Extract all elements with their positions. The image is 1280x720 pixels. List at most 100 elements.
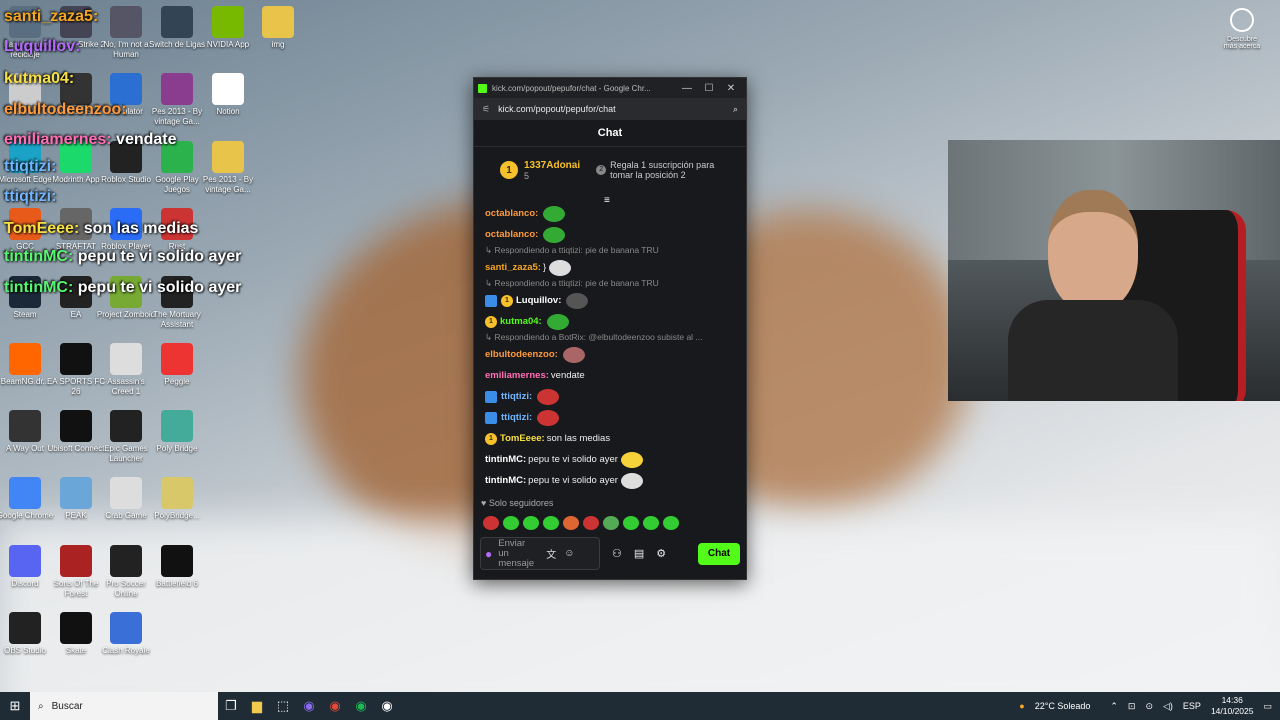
desktop-icon[interactable]: Battlefield 6 [147, 545, 207, 589]
maximize-icon[interactable]: ☐ [698, 83, 720, 94]
site-info-icon[interactable]: ⚟ [482, 104, 490, 115]
quick-emote-icon[interactable] [623, 516, 639, 530]
desktop-icon[interactable]: Pes 2013 - By vintage Ga... [198, 141, 258, 195]
overlay-chat-user: ttiqtizi: [4, 188, 57, 205]
network-icon[interactable]: ⊡ [1128, 701, 1136, 712]
overlay-chat-line: emiliamernes: vendate [4, 131, 177, 149]
emote-icon [562, 346, 585, 363]
winrar-icon [161, 73, 193, 105]
url-text[interactable]: kick.com/popout/pepufor/chat [498, 104, 733, 114]
overlay-chat-user: TomEeee: [4, 220, 80, 237]
chat-input-placeholder[interactable]: Enviar un mensaje [498, 538, 538, 569]
chat-message[interactable]: ttiqtizi: [474, 407, 746, 428]
language-indicator[interactable]: ESP [1183, 701, 1201, 711]
emoji-icon[interactable]: ☺ [564, 548, 574, 559]
store-icon[interactable]: ▤ [634, 547, 644, 560]
followers-label: Solo seguidores [488, 498, 554, 508]
emote-icon [620, 451, 643, 468]
chat-message[interactable]: tintinMC: pepu te vi solido ayer [474, 470, 746, 491]
chat-message[interactable]: santi_zaza5: } [474, 257, 746, 278]
chat-message[interactable]: ttiqtizi: [474, 386, 746, 407]
volume-icon[interactable]: ◁) [1163, 701, 1173, 712]
chat-username[interactable]: santi_zaza5: [485, 262, 541, 273]
reply-context[interactable]: ↳ Respondiendo a ttiqtizi: pie de banana… [474, 278, 746, 290]
chat-username[interactable]: octablanco: [485, 208, 538, 219]
quick-emote-icon[interactable] [643, 516, 659, 530]
zoom-icon[interactable]: ⌕ [733, 104, 738, 115]
quick-emote-icon[interactable] [523, 516, 539, 530]
weather-text[interactable]: 22°C Soleado [1035, 701, 1091, 711]
quick-emote-icon[interactable] [563, 516, 579, 530]
chat-message[interactable]: octablanco: [474, 224, 746, 245]
desktop-icon[interactable]: Peggle [147, 343, 207, 387]
quick-emote-icon[interactable] [543, 516, 559, 530]
app-icon[interactable]: ◉ [296, 692, 322, 720]
chat-username[interactable]: octablanco: [485, 229, 538, 240]
chat-message[interactable]: elbultodeenzoo: [474, 344, 746, 365]
mic-icon[interactable]: ● [485, 547, 492, 561]
overlay-chat-user: Luquillov: [4, 38, 81, 55]
windows-start-icon[interactable]: ⊞ [0, 692, 30, 720]
mic-tray-icon[interactable]: ⊙ [1145, 701, 1153, 712]
desktop-icon[interactable]: Notion [198, 73, 258, 117]
taskbar-search[interactable]: ⌕ Buscar [30, 692, 218, 720]
send-chat-button[interactable]: Chat [698, 542, 740, 565]
weather-icon[interactable]: ● [1019, 701, 1024, 711]
chat-username[interactable]: ttiqtizi: [501, 412, 532, 423]
desktop-icon[interactable]: img [248, 6, 308, 50]
chat-username[interactable]: tintinMC: [485, 475, 526, 486]
translate-icon[interactable]: 文 [546, 546, 556, 561]
overlay-chat-line: elbultodeenzoo: [4, 101, 127, 119]
search-icon: ⌕ [38, 700, 44, 712]
quick-emote-icon[interactable] [583, 516, 599, 530]
desktop-icon[interactable]: Poly Bridge [147, 410, 207, 454]
chat-message[interactable]: emiliamernes: vendate [474, 365, 746, 386]
quick-emote-icon[interactable] [503, 516, 519, 530]
top-gifter-banner[interactable]: 1 1337Adonai 5 2 Regala 1 suscripción pa… [474, 147, 746, 193]
clock[interactable]: 14:36 14/10/2025 [1211, 695, 1254, 717]
chevron-up-icon[interactable]: ⌃ [1110, 701, 1118, 712]
gifter-badge-icon: 1 [485, 432, 497, 445]
chat-message[interactable]: 1 kutma04: [474, 311, 746, 332]
window-titlebar[interactable]: kick.com/popout/pepufor/chat - Google Ch… [474, 78, 746, 98]
chat-username[interactable]: elbultodeenzoo: [485, 349, 558, 360]
file-explorer-icon[interactable]: ▆ [244, 692, 270, 720]
close-icon[interactable]: ✕ [720, 83, 742, 94]
chat-input[interactable]: ● Enviar un mensaje 文 ☺ [480, 537, 600, 570]
obs-taskbar-icon[interactable]: ◉ [374, 692, 400, 720]
settings-icon[interactable]: ⚙ [656, 547, 666, 560]
reply-context[interactable]: ↳ Respondiendo a BotRix: @elbultodeenzoo… [474, 332, 746, 344]
store-app-icon[interactable]: ⬚ [270, 692, 296, 720]
notification-icon[interactable]: ▭ [1263, 701, 1272, 712]
overlay-chat-user: kutma04: [4, 70, 75, 87]
overlay-chat-text: pepu te vi solido ayer [73, 248, 242, 265]
quick-emote-icon[interactable] [663, 516, 679, 530]
chat-username[interactable]: Luquillov: [516, 295, 561, 306]
quick-emote-icon[interactable] [483, 516, 499, 530]
chat-message[interactable]: 1 Luquillov: [474, 290, 746, 311]
chat-username[interactable]: TomEeee: [500, 433, 545, 444]
minimize-icon[interactable]: — [676, 83, 698, 94]
quick-emote-icon[interactable] [603, 516, 619, 530]
discover-widget[interactable]: Descubre más acerca [1222, 8, 1262, 50]
task-view-icon[interactable]: ❐ [218, 692, 244, 720]
chat-message[interactable]: tintinMC: pepu te vi solido ayer [474, 449, 746, 470]
address-bar[interactable]: ⚟ kick.com/popout/pepufor/chat ⌕ [474, 98, 746, 120]
desktop-icon[interactable]: Clash Royale [96, 612, 156, 656]
spotify-icon[interactable]: ◉ [348, 692, 374, 720]
chat-username[interactable]: kutma04: [500, 316, 542, 327]
overlay-chat-line: Luquillov: [4, 38, 80, 56]
chat-username[interactable]: tintinMC: [485, 454, 526, 465]
desktop-icon[interactable]: PolyBridge... [147, 477, 207, 521]
followers-only-indicator: ♥ Solo seguidores [481, 498, 553, 508]
gift-prompt[interactable]: 2 Regala 1 suscripción para tomar la pos… [596, 160, 730, 180]
battlefield-icon [161, 545, 193, 577]
chat-tools-icon[interactable]: ⚇ [612, 547, 622, 560]
chat-message[interactable]: 1 TomEeee: son las medias [474, 428, 746, 449]
reply-context[interactable]: ↳ Respondiendo a ttiqtizi: pie de banana… [474, 245, 746, 257]
chat-username[interactable]: ttiqtizi: [501, 391, 532, 402]
chat-message[interactable]: octablanco: [474, 203, 746, 224]
chat-username[interactable]: emiliamernes: [485, 370, 549, 381]
emote-icon [549, 259, 572, 276]
chrome-taskbar-icon[interactable]: ◉ [322, 692, 348, 720]
